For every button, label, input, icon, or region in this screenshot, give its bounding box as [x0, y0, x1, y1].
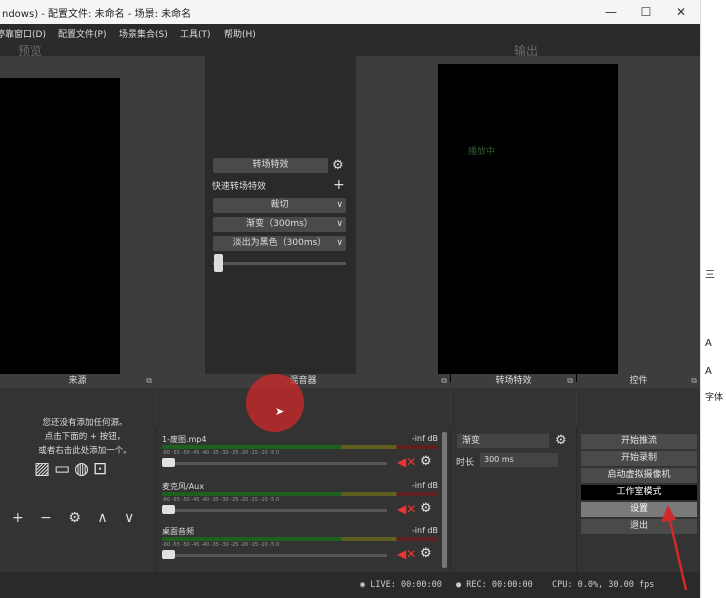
strip-font-label: 字体 — [705, 393, 724, 403]
strip-glyph: 三 — [705, 270, 715, 281]
strip-glyph: A — [705, 338, 712, 349]
annotation-arrow-line — [666, 511, 688, 591]
annotation-arrow-icon — [661, 505, 688, 591]
annotation-arrow-head — [661, 505, 676, 522]
background-window-strip: 三 A A 字体 — [700, 0, 726, 598]
strip-glyph: A — [705, 366, 712, 377]
